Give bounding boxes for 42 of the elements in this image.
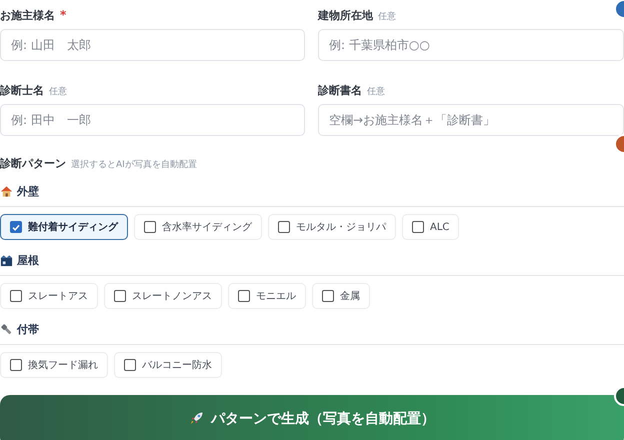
checkbox-option[interactable]: 難付着サイディング (0, 214, 128, 240)
checkbox[interactable] (144, 221, 156, 233)
checkbox[interactable] (278, 221, 290, 233)
field-label: 建物所在地 (318, 8, 373, 23)
required-mark: * (60, 8, 66, 22)
checkbox[interactable] (10, 221, 22, 233)
optional-tag: 任意 (367, 85, 385, 98)
group-title: 付帯 (17, 322, 39, 337)
bolt-icon (0, 323, 13, 336)
text-field[interactable]: 例: 山田 太郎 (0, 29, 305, 61)
group-title: 外壁 (17, 184, 39, 199)
rocket-icon (189, 410, 205, 426)
checkbox[interactable] (10, 290, 22, 302)
checkbox[interactable] (124, 359, 136, 371)
checkbox[interactable] (10, 359, 22, 371)
text-field[interactable]: 例: 千葉県柏市○○ (318, 29, 624, 61)
checkbox-option[interactable]: 含水率サイディング (134, 214, 262, 240)
checkbox-option[interactable]: ALC (402, 214, 460, 240)
checkbox-option[interactable]: バルコニー防水 (114, 352, 222, 378)
checkbox-option[interactable]: スレートアス (0, 283, 98, 309)
checkbox-option[interactable]: モルタル・ジョリパ (268, 214, 396, 240)
generate-button[interactable]: パターンで生成（写真を自動配置） (0, 395, 624, 440)
checkbox[interactable] (114, 290, 126, 302)
text-field[interactable]: 空欄→お施主様名＋「診断書」 (318, 104, 624, 136)
field-label: 診断書名 (318, 83, 362, 98)
checkbox[interactable] (238, 290, 250, 302)
checkbox[interactable] (412, 221, 424, 233)
section-hint: 選択するとAIが写真を自動配置 (71, 158, 197, 171)
section-title: 診断パターン (0, 156, 66, 171)
checkbox-option[interactable]: モニエル (228, 283, 306, 309)
optional-tag: 任意 (49, 85, 67, 98)
house-icon (0, 185, 13, 198)
checkbox[interactable] (322, 290, 334, 302)
text-field[interactable]: 例: 田中 一郎 (0, 104, 305, 136)
group-title: 屋根 (17, 253, 39, 268)
field-label: お施主様名 (0, 8, 55, 23)
optional-tag: 任意 (378, 10, 396, 23)
checkbox-option[interactable]: 換気フード漏れ (0, 352, 108, 378)
field-label: 診断士名 (0, 83, 44, 98)
checkbox-option[interactable]: 金属 (312, 283, 370, 309)
checkbox-option[interactable]: スレートノンアス (104, 283, 222, 309)
roof-icon (0, 254, 13, 267)
